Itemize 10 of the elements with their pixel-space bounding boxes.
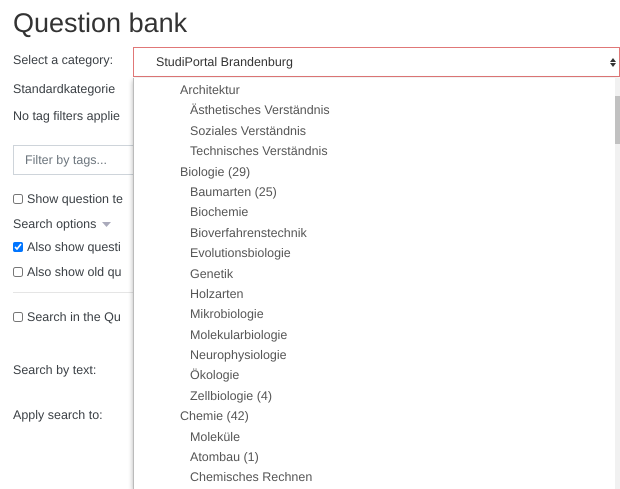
search-text-label: Search by text:	[13, 363, 96, 377]
context-text: Standardkategorie	[13, 82, 116, 96]
page-title: Question bank	[13, 7, 188, 40]
checkbox-label: Search in the Qu	[27, 310, 121, 324]
checkbox-label: Also show questi	[27, 240, 121, 254]
checkbox-label: Also show old qu	[27, 264, 122, 278]
category-label: Select a category:	[13, 53, 114, 67]
checkbox-label: Show question te	[27, 192, 123, 206]
tag-status-text: No tag filters applie	[13, 109, 120, 123]
apply-search-label: Apply search to:	[13, 408, 103, 422]
